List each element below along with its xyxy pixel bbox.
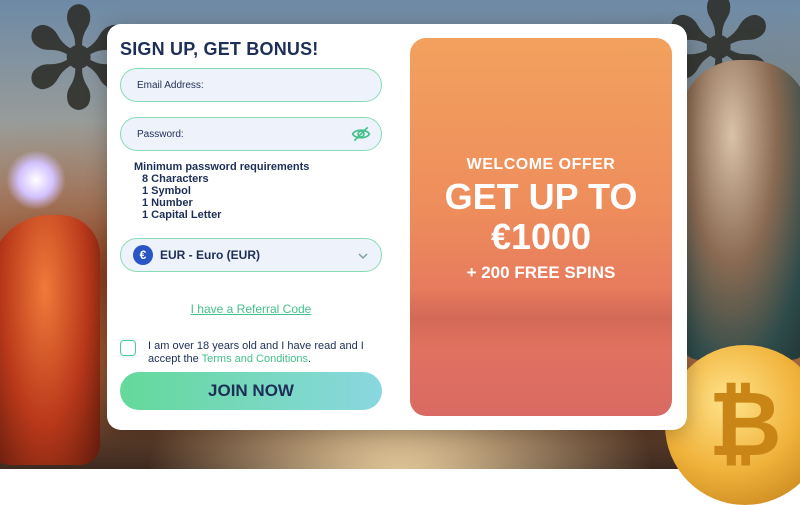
signup-form: SIGN UP, GET BONUS! Minimum password req… — [120, 24, 384, 430]
requirement-item: 8 Characters — [142, 173, 209, 185]
form-title: SIGN UP, GET BONUS! — [120, 39, 319, 59]
requirement-item: 1 Capital Letter — [142, 209, 222, 221]
requirements-title: Minimum password requirements — [134, 161, 310, 173]
email-field[interactable] — [120, 68, 382, 102]
password-input[interactable] — [135, 127, 367, 141]
welcome-offer-label: WELCOME OFFER — [466, 156, 616, 173]
requirement-item: 1 Symbol — [142, 185, 191, 197]
offer-amount: €1000 — [490, 216, 592, 257]
offer-text: WELCOME OFFER GET UP TO €1000 + 200 FREE… — [410, 156, 672, 283]
terms-text: I am over 18 years old and I have read a… — [148, 340, 378, 366]
offer-headline: GET UP TO — [444, 176, 638, 217]
old-man-character — [680, 60, 800, 360]
email-input[interactable] — [135, 78, 367, 92]
terms-link[interactable]: Terms and Conditions — [202, 353, 308, 365]
fox-character — [0, 215, 100, 465]
referral-code-link[interactable]: I have a Referral Code — [120, 302, 382, 316]
requirement-item: 1 Number — [142, 197, 193, 209]
chevron-down-icon[interactable] — [357, 249, 369, 261]
eye-slash-icon[interactable] — [351, 124, 371, 144]
password-field[interactable] — [120, 117, 382, 151]
offer-free-spins: + 200 FREE SPINS — [466, 263, 616, 282]
signup-modal: SIGN UP, GET BONUS! Minimum password req… — [107, 24, 687, 430]
terms-checkbox[interactable] — [120, 340, 136, 356]
password-requirements: Minimum password requirements 8 Characte… — [134, 161, 309, 221]
offer-haze — [410, 288, 672, 348]
euro-icon: € — [133, 245, 153, 265]
currency-label: EUR - Euro (EUR) — [160, 248, 260, 262]
requirements-list: 8 Characters 1 Symbol 1 Number 1 Capital… — [134, 173, 309, 221]
currency-select[interactable]: € EUR - Euro (EUR) — [120, 238, 382, 272]
terms-period: . — [308, 353, 312, 365]
join-now-button[interactable]: JOIN NOW — [120, 372, 382, 410]
welcome-offer-panel: WELCOME OFFER GET UP TO €1000 + 200 FREE… — [410, 38, 672, 416]
